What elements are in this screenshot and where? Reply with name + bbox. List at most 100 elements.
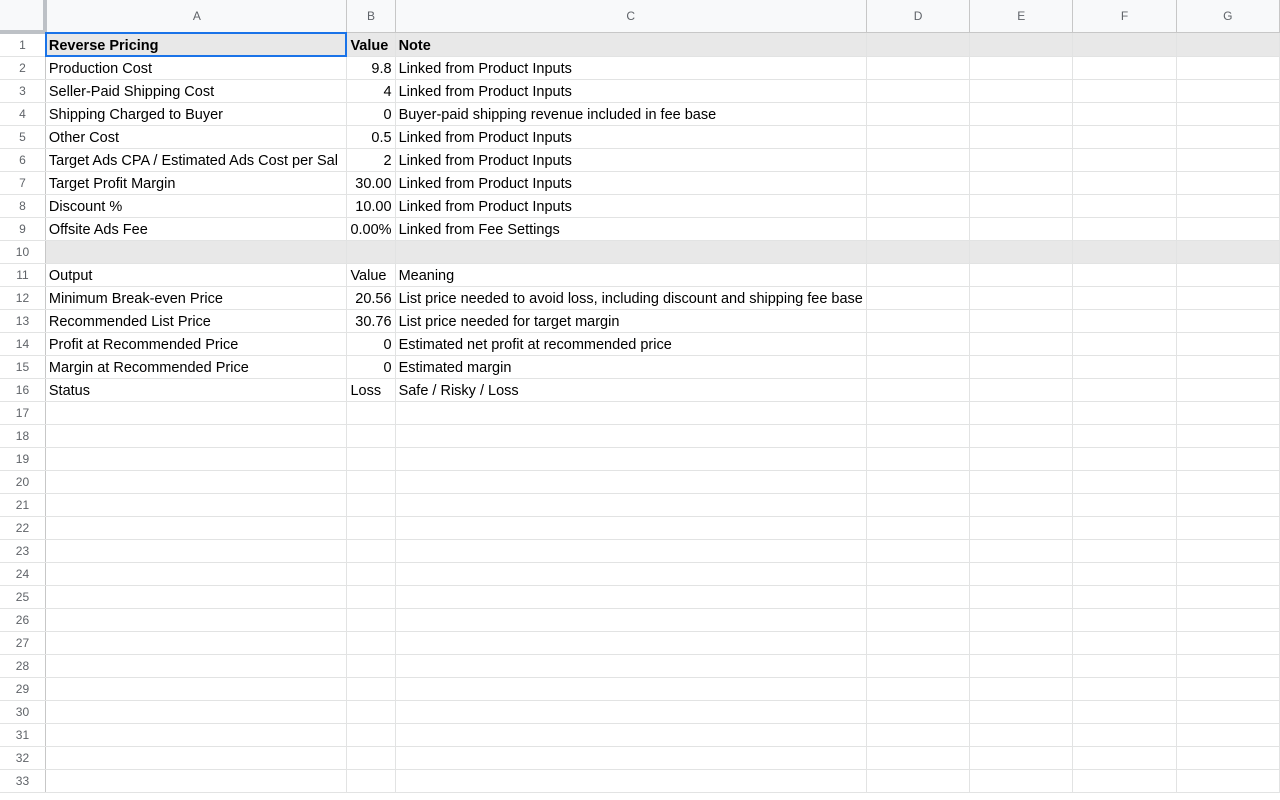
cell-b[interactable]: 10.00: [346, 194, 396, 218]
cell-e[interactable]: [969, 493, 1074, 517]
cell-a[interactable]: Output: [45, 263, 348, 287]
cell-e[interactable]: [969, 102, 1074, 126]
cell-g[interactable]: [1176, 746, 1280, 770]
cell-e[interactable]: [969, 677, 1074, 701]
cell-c[interactable]: [395, 470, 867, 494]
cell-g[interactable]: [1176, 286, 1280, 310]
cell-c[interactable]: [395, 562, 867, 586]
cell-a[interactable]: [45, 470, 348, 494]
cell-c[interactable]: [395, 723, 867, 747]
cell-a[interactable]: Target Ads CPA / Estimated Ads Cost per …: [45, 148, 348, 172]
row-header[interactable]: 20: [0, 470, 46, 494]
cell-g[interactable]: [1176, 125, 1280, 149]
cell-b[interactable]: [346, 654, 396, 678]
cell-d[interactable]: [866, 562, 971, 586]
column-header-c[interactable]: C: [395, 0, 867, 33]
cell-g[interactable]: [1176, 79, 1280, 103]
cell-g[interactable]: [1176, 769, 1280, 793]
cell-d[interactable]: [866, 56, 971, 80]
cell-a[interactable]: [45, 516, 348, 540]
cell-a[interactable]: [45, 493, 348, 517]
cell-d[interactable]: [866, 424, 971, 448]
cell-f[interactable]: [1072, 654, 1177, 678]
cell-d[interactable]: [866, 746, 971, 770]
cell-b[interactable]: [346, 401, 396, 425]
cell-f[interactable]: [1072, 332, 1177, 356]
cell-g[interactable]: [1176, 631, 1280, 655]
cell-e[interactable]: [969, 79, 1074, 103]
cell-f[interactable]: [1072, 539, 1177, 563]
cell-b[interactable]: Value: [346, 263, 396, 287]
cell-b[interactable]: [346, 562, 396, 586]
cell-e[interactable]: [969, 217, 1074, 241]
cell-b[interactable]: [346, 631, 396, 655]
cell-g[interactable]: [1176, 700, 1280, 724]
cell-g[interactable]: [1176, 539, 1280, 563]
cell-c[interactable]: [395, 746, 867, 770]
cell-c[interactable]: [395, 401, 867, 425]
cell-b[interactable]: [346, 424, 396, 448]
cell-a[interactable]: [45, 654, 348, 678]
cell-f[interactable]: [1072, 148, 1177, 172]
cell-b[interactable]: [346, 746, 396, 770]
row-header[interactable]: 3: [0, 79, 46, 103]
cell-d[interactable]: [866, 286, 971, 310]
cell-f[interactable]: [1072, 631, 1177, 655]
row-header[interactable]: 28: [0, 654, 46, 678]
cell-a[interactable]: Minimum Break-even Price: [45, 286, 348, 310]
row-header[interactable]: 8: [0, 194, 46, 218]
cell-f[interactable]: [1072, 700, 1177, 724]
cell-f[interactable]: [1072, 447, 1177, 471]
cell-d[interactable]: [866, 585, 971, 609]
cell-f[interactable]: [1072, 562, 1177, 586]
row-header[interactable]: 17: [0, 401, 46, 425]
cell-c[interactable]: Meaning: [395, 263, 867, 287]
cell-e[interactable]: [969, 746, 1074, 770]
cell-f[interactable]: [1072, 286, 1177, 310]
cell-f[interactable]: [1072, 746, 1177, 770]
select-all-corner[interactable]: [0, 0, 48, 34]
row-header[interactable]: 26: [0, 608, 46, 632]
row-header[interactable]: 12: [0, 286, 46, 310]
row-header[interactable]: 29: [0, 677, 46, 701]
cell-c[interactable]: Linked from Product Inputs: [395, 79, 867, 103]
cell-d[interactable]: [866, 355, 971, 379]
cell-a[interactable]: Status: [45, 378, 348, 402]
cell-d[interactable]: [866, 240, 971, 264]
cell-f[interactable]: [1072, 608, 1177, 632]
cell-g[interactable]: [1176, 562, 1280, 586]
cell-f[interactable]: [1072, 516, 1177, 540]
cell-g[interactable]: [1176, 102, 1280, 126]
cell-e[interactable]: [969, 769, 1074, 793]
cell-a[interactable]: [45, 677, 348, 701]
cell-a[interactable]: [45, 401, 348, 425]
cell-a[interactable]: Recommended List Price: [45, 309, 348, 333]
cell-c[interactable]: [395, 539, 867, 563]
row-header[interactable]: 14: [0, 332, 46, 356]
cell-f[interactable]: [1072, 32, 1177, 57]
cell-e[interactable]: [969, 56, 1074, 80]
cell-a[interactable]: [45, 608, 348, 632]
cell-d[interactable]: [866, 447, 971, 471]
cell-d[interactable]: [866, 401, 971, 425]
cell-d[interactable]: [866, 516, 971, 540]
cell-d[interactable]: [866, 723, 971, 747]
cell-e[interactable]: [969, 309, 1074, 333]
cell-f[interactable]: [1072, 263, 1177, 287]
row-header[interactable]: 27: [0, 631, 46, 655]
cell-d[interactable]: [866, 148, 971, 172]
cell-c[interactable]: [395, 493, 867, 517]
cell-d[interactable]: [866, 125, 971, 149]
cell-c[interactable]: [395, 585, 867, 609]
cell-e[interactable]: [969, 424, 1074, 448]
cell-a[interactable]: [45, 769, 348, 793]
cell-b[interactable]: [346, 608, 396, 632]
cell-d[interactable]: [866, 631, 971, 655]
cell-g[interactable]: [1176, 148, 1280, 172]
row-header[interactable]: 2: [0, 56, 46, 80]
cell-b[interactable]: 30.00: [346, 171, 396, 195]
cell-f[interactable]: [1072, 355, 1177, 379]
cell-b[interactable]: [346, 470, 396, 494]
cell-c[interactable]: [395, 631, 867, 655]
cell-c[interactable]: List price needed to avoid loss, includi…: [395, 286, 867, 310]
